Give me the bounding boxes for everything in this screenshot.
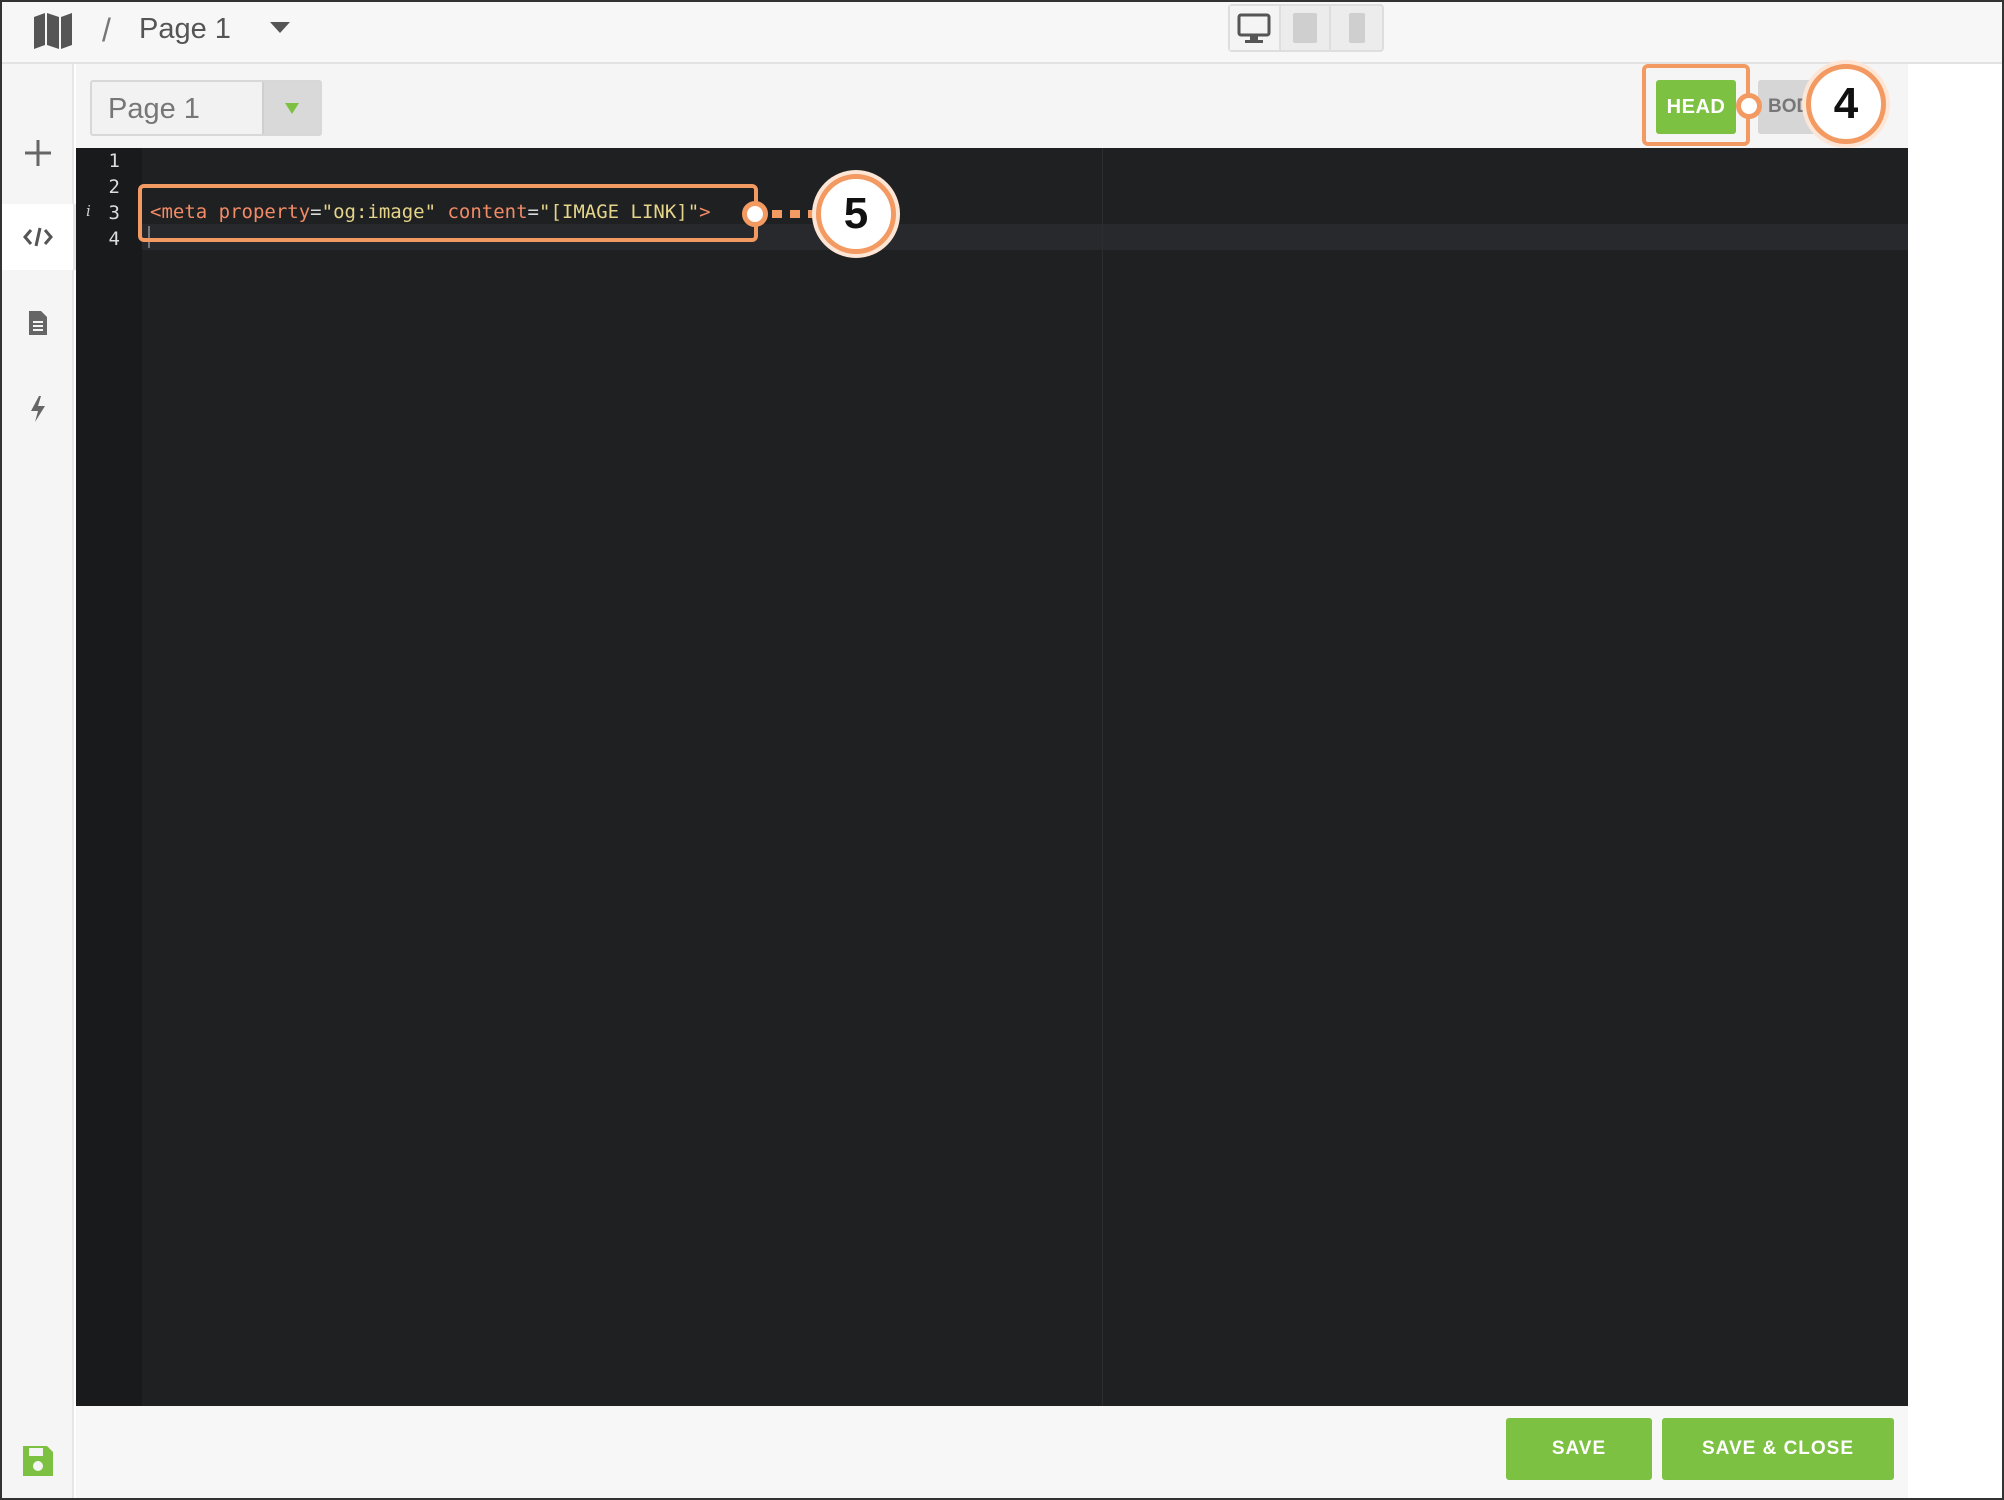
annotation-connector-dot bbox=[742, 201, 768, 227]
annotation-highlight-meta bbox=[138, 184, 758, 242]
custom-code-button[interactable] bbox=[2, 204, 76, 270]
desktop-view-button[interactable] bbox=[1230, 6, 1281, 50]
annotation-highlight-head bbox=[1642, 64, 1750, 146]
annotation-connector-dash bbox=[790, 210, 800, 218]
save-page-button[interactable] bbox=[2, 1428, 74, 1494]
actions-button[interactable] bbox=[2, 376, 74, 442]
phone-icon bbox=[1348, 13, 1365, 43]
chevron-down-icon[interactable] bbox=[270, 22, 290, 33]
code-editor-panel: Page 1 HEAD BOD 1 2 i 3 4 <meta property… bbox=[76, 64, 1908, 1498]
page-select[interactable]: Page 1 bbox=[90, 80, 322, 136]
page-settings-button[interactable] bbox=[2, 290, 74, 356]
annotation-connector-dash bbox=[772, 210, 782, 218]
save-close-button[interactable]: SAVE & CLOSE bbox=[1662, 1418, 1894, 1480]
tablet-icon bbox=[1293, 13, 1317, 43]
floppy-disk-icon bbox=[23, 1446, 53, 1476]
lightning-icon bbox=[31, 396, 45, 422]
save-button[interactable]: SAVE bbox=[1506, 1418, 1652, 1480]
line-number: 4 bbox=[108, 228, 120, 250]
line-number: 1 bbox=[108, 150, 120, 172]
line-number: 3 bbox=[108, 202, 120, 224]
page-select-toggle[interactable] bbox=[262, 82, 320, 134]
left-toolbar bbox=[2, 64, 76, 1498]
page-select-value: Page 1 bbox=[108, 93, 200, 125]
code-icon bbox=[23, 227, 53, 247]
add-element-button[interactable] bbox=[2, 120, 74, 186]
plus-icon bbox=[25, 140, 51, 166]
caret-down-icon bbox=[285, 102, 299, 114]
annotation-connector-dot bbox=[1736, 93, 1762, 119]
top-bar: / Page 1 bbox=[2, 2, 2002, 64]
phone-view-button[interactable] bbox=[1331, 6, 1382, 50]
line-gutter: 1 2 i 3 4 bbox=[76, 148, 142, 1406]
device-switcher bbox=[1228, 4, 1384, 52]
breadcrumb-page[interactable]: Page 1 bbox=[139, 13, 231, 46]
annotation-step-5: 5 bbox=[816, 174, 896, 254]
annotation-step-4: 4 bbox=[1806, 64, 1886, 144]
editor-footer: SAVE SAVE & CLOSE bbox=[76, 1406, 1908, 1498]
document-icon bbox=[29, 311, 47, 335]
code-editor[interactable]: 1 2 i 3 4 <meta property="og:image" cont… bbox=[76, 148, 1908, 1406]
desktop-icon bbox=[1237, 13, 1271, 43]
print-margin bbox=[1102, 148, 1103, 1406]
map-icon[interactable] bbox=[32, 12, 74, 50]
breadcrumb-separator: / bbox=[102, 12, 111, 48]
tablet-view-button[interactable] bbox=[1281, 6, 1332, 50]
line-number: 2 bbox=[108, 176, 120, 198]
